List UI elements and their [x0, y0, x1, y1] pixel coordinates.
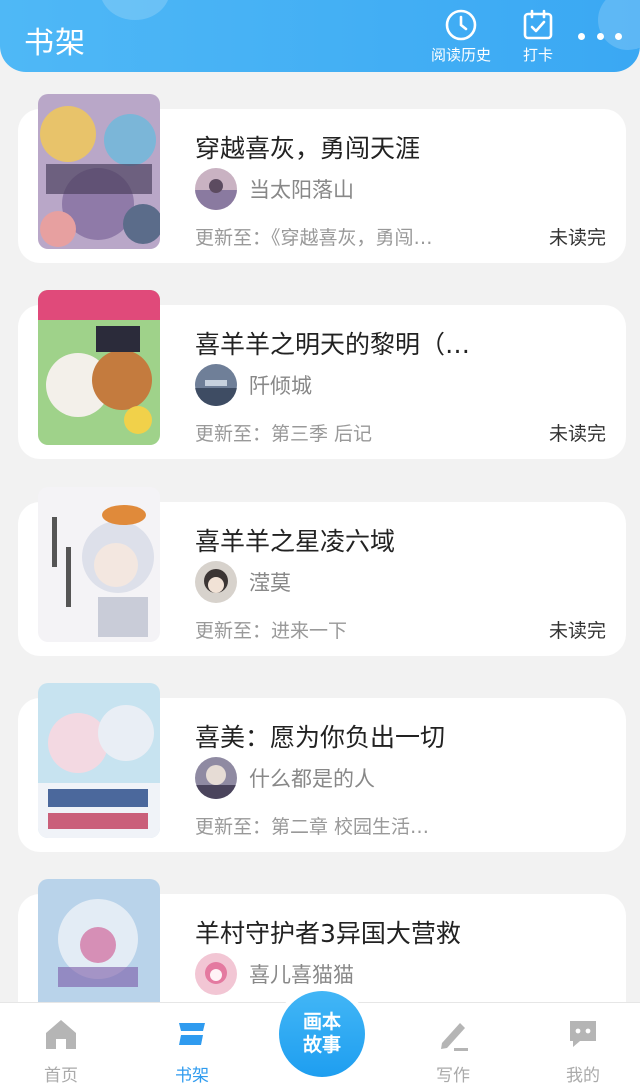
nav-me-label: 我的	[566, 1066, 600, 1086]
avatar	[195, 757, 237, 799]
update-info: 更新至：第二章 校园生活…	[195, 816, 430, 838]
author-name: 阡倾城	[249, 374, 312, 398]
more-menu-button[interactable]	[578, 26, 622, 46]
nav-write[interactable]: 写作	[408, 1015, 498, 1091]
update-info: 更新至：进来一下	[195, 620, 348, 642]
book-cover	[38, 487, 160, 642]
update-info: 更新至：《穿越喜灰，勇闯…	[195, 227, 433, 249]
reading-history-label: 阅读历史	[430, 46, 491, 64]
nav-home[interactable]: 首页	[16, 1015, 106, 1091]
read-status: 未读完	[548, 227, 606, 249]
chat-bubble-icon	[570, 1021, 596, 1047]
book-title: 羊村守护者3异国大营救	[195, 919, 461, 948]
update-info: 更新至：第三季 后记	[195, 423, 373, 445]
top-header: 书架 阅读历史 打卡	[0, 0, 640, 72]
nav-write-label: 写作	[436, 1066, 470, 1086]
more-dot	[596, 32, 604, 40]
more-dot	[578, 32, 585, 40]
picture-story-label-line2: 故事	[302, 1034, 341, 1056]
author-row: 阡倾城	[195, 363, 312, 407]
picture-story-button[interactable]: 画本 故事	[279, 991, 365, 1077]
author-name: 当太阳落山	[249, 178, 354, 202]
read-status: 未读完	[548, 423, 606, 445]
book-cover	[38, 94, 160, 249]
nav-bookshelf-label: 书架	[175, 1066, 209, 1086]
avatar	[195, 364, 237, 406]
read-status: 未读完	[548, 620, 606, 642]
picture-story-label-line1: 画本	[302, 1011, 341, 1033]
more-dot	[615, 32, 622, 40]
check-in-label: 打卡	[522, 46, 553, 64]
book-cover	[38, 290, 160, 445]
avatar	[195, 953, 237, 995]
author-name: 喜儿喜猫猫	[249, 963, 354, 987]
author-row: 滢莫	[195, 560, 291, 604]
author-name: 什么都是的人	[249, 767, 375, 791]
check-in-button[interactable]: 打卡	[498, 8, 578, 68]
nav-me[interactable]: 我的	[538, 1015, 628, 1091]
book-title: 喜美：愿为你负出一切	[195, 723, 446, 752]
picture-story-button-wrapper: 画本 故事	[274, 986, 370, 1082]
reading-history-button[interactable]: 阅读历史	[421, 8, 501, 68]
calendar-check-icon	[523, 9, 553, 40]
book-cover	[38, 683, 160, 838]
book-title: 喜羊羊之星凌六域	[195, 527, 396, 556]
page-title: 书架	[24, 26, 86, 61]
bookshelf-icon	[179, 1023, 205, 1045]
nav-bookshelf[interactable]: 书架	[147, 1015, 237, 1091]
book-card[interactable]: 喜羊羊之明天的黎明（… 阡倾城 更新至：第三季 后记 未读完	[18, 290, 626, 459]
header-decoration	[100, 0, 170, 20]
pen-icon	[441, 1023, 468, 1051]
author-row: 什么都是的人	[195, 756, 375, 800]
clock-icon	[445, 9, 477, 41]
home-icon	[46, 1020, 76, 1049]
author-row: 当太阳落山	[195, 167, 354, 211]
author-name: 滢莫	[249, 571, 291, 595]
avatar	[195, 561, 237, 603]
book-card[interactable]: 穿越喜灰，勇闯天涯 当太阳落山 更新至：《穿越喜灰，勇闯… 未读完	[18, 94, 626, 263]
avatar	[195, 168, 237, 210]
book-card[interactable]: 喜美：愿为你负出一切 什么都是的人 更新至：第二章 校园生活…	[18, 683, 626, 852]
book-card[interactable]: 喜羊羊之星凌六域 滢莫 更新至：进来一下 未读完	[18, 487, 626, 656]
book-title: 穿越喜灰，勇闯天涯	[195, 134, 421, 163]
book-title: 喜羊羊之明天的黎明（…	[195, 330, 471, 359]
nav-home-label: 首页	[44, 1066, 78, 1086]
